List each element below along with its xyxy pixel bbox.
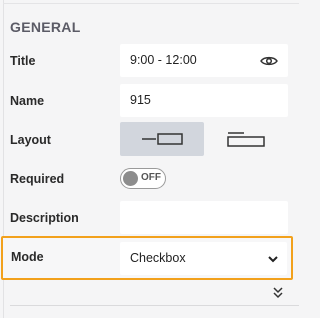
layout-option-inline[interactable] <box>120 122 204 156</box>
mode-label: Mode <box>11 250 44 264</box>
chevron-down-icon <box>268 256 278 263</box>
layout-label: Layout <box>10 133 51 147</box>
required-toggle[interactable]: OFF <box>120 168 166 189</box>
title-value: 9:00 - 12:00 <box>130 53 197 67</box>
eye-icon[interactable] <box>260 54 278 68</box>
name-label: Name <box>10 94 45 108</box>
toggle-knob <box>123 171 138 186</box>
mode-select[interactable]: Checkbox <box>120 242 287 275</box>
section-bottom-divider <box>10 305 299 306</box>
layout-inline-icon <box>142 133 183 145</box>
name-value: 915 <box>130 93 151 107</box>
toggle-state-text: OFF <box>141 172 161 183</box>
properties-panel: GENERAL Title 9:00 - 12:00 Name 915 Layo… <box>0 0 299 318</box>
section-title: GENERAL <box>10 19 81 35</box>
mode-value: Checkbox <box>130 251 186 265</box>
description-label: Description <box>10 211 79 225</box>
layout-stacked-icon <box>227 132 265 147</box>
title-input[interactable]: 9:00 - 12:00 <box>120 44 288 77</box>
name-input[interactable]: 915 <box>120 84 288 117</box>
double-chevron-down-icon[interactable] <box>271 286 285 300</box>
description-input[interactable] <box>120 201 288 234</box>
layout-option-stacked[interactable] <box>212 122 296 156</box>
required-label: Required <box>10 172 65 186</box>
mode-row-highlight: Mode Checkbox <box>1 236 293 280</box>
panel-top-divider <box>3 3 299 4</box>
title-label: Title <box>10 54 36 68</box>
